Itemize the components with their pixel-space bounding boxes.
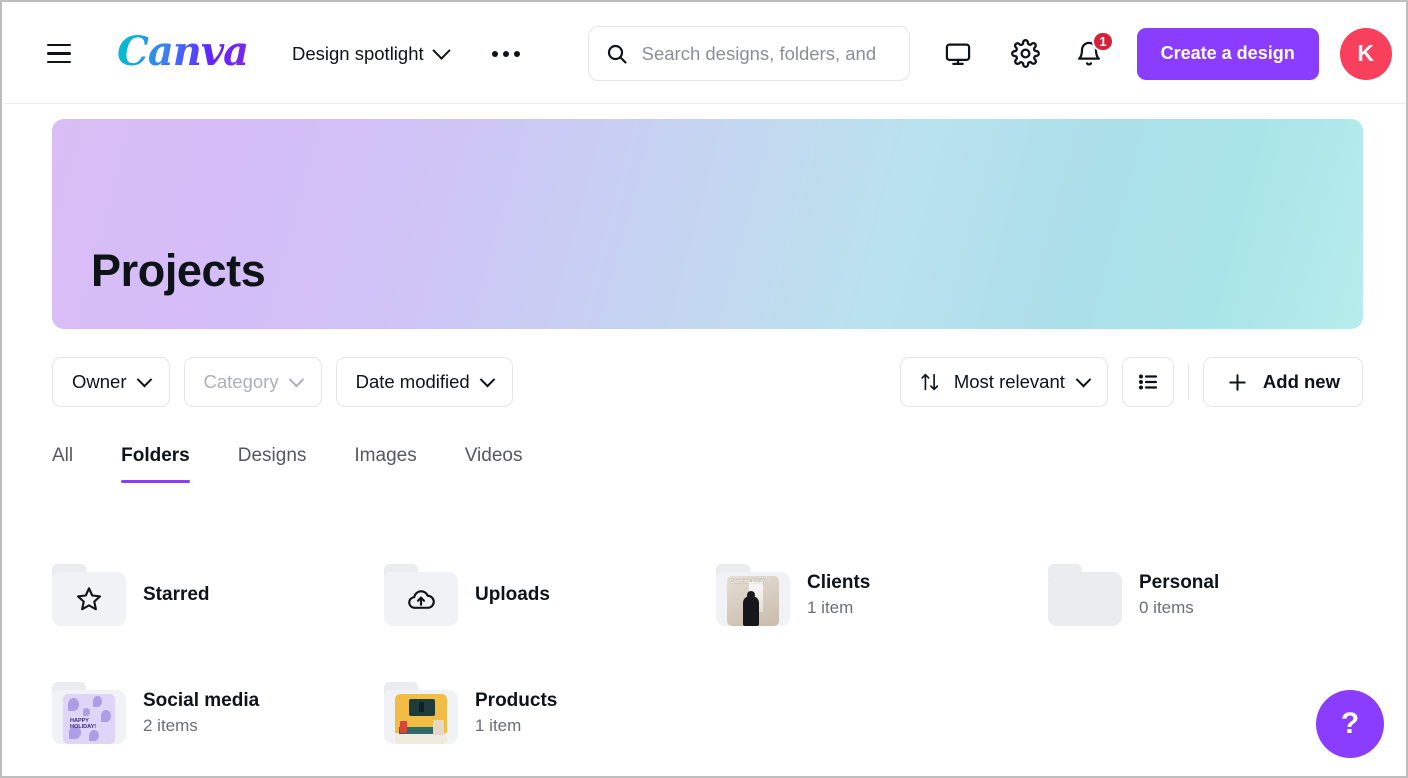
folder-icon <box>384 564 458 626</box>
folder-thumbnail: Crestone Realty <box>727 576 779 626</box>
folder-icon: HAPPY HOLIDAY! <box>52 682 126 744</box>
folder-item-products[interactable]: Products 1 item <box>384 673 716 753</box>
sort-label: Most relevant <box>954 371 1065 393</box>
top-header: Canva Design spotlight <box>4 4 1406 104</box>
filter-date-modified-label: Date modified <box>356 371 470 393</box>
folder-name: Social media <box>143 690 259 712</box>
folder-name: Personal <box>1139 572 1219 594</box>
design-spotlight-label: Design spotlight <box>292 43 424 65</box>
folder-item-personal[interactable]: Personal 0 items <box>1048 555 1380 635</box>
tab-designs[interactable]: Designs <box>238 439 307 483</box>
search-input[interactable] <box>642 43 893 65</box>
filter-toolbar: Owner Category Date modified Most releva… <box>52 357 1363 407</box>
toolbar-divider <box>1188 364 1189 400</box>
folder-item-clients[interactable]: Crestone Realty Clients 1 item <box>716 555 1048 635</box>
projects-banner: Projects <box>52 119 1363 329</box>
tab-images[interactable]: Images <box>354 439 416 483</box>
list-view-toggle[interactable] <box>1122 357 1174 407</box>
chevron-down-icon <box>432 41 450 59</box>
folder-count: 1 item <box>807 598 870 618</box>
folder-item-starred[interactable]: Starred <box>52 555 384 635</box>
filter-category-label: Category <box>204 371 279 393</box>
more-options-icon[interactable] <box>484 43 528 65</box>
filter-owner[interactable]: Owner <box>52 357 170 407</box>
add-new-button[interactable]: Add new <box>1203 357 1363 407</box>
plus-icon <box>1226 371 1249 394</box>
notifications-bell-icon[interactable]: 1 <box>1069 34 1109 74</box>
search-container[interactable] <box>588 26 910 81</box>
chevron-down-icon <box>1076 371 1092 387</box>
sort-dropdown[interactable]: Most relevant <box>900 357 1108 407</box>
notification-badge: 1 <box>1092 31 1113 52</box>
folder-icon <box>1048 564 1122 626</box>
user-avatar[interactable]: K <box>1340 28 1392 80</box>
filter-owner-label: Owner <box>72 371 127 393</box>
thumbnail-caption: HAPPY HOLIDAY! <box>70 718 115 730</box>
list-view-icon <box>1136 370 1160 394</box>
filter-category[interactable]: Category <box>184 357 322 407</box>
folder-icon <box>384 682 458 744</box>
display-monitor-icon[interactable] <box>938 34 978 74</box>
thumbnail-caption: Crestone Realty <box>730 579 766 585</box>
page-title: Projects <box>91 245 265 297</box>
chevron-down-icon <box>136 371 152 387</box>
canva-logo[interactable]: Canva <box>117 32 248 76</box>
chevron-down-icon <box>479 371 495 387</box>
monitor-glyph <box>944 40 972 68</box>
gear-glyph <box>1011 39 1040 68</box>
tab-all[interactable]: All <box>52 439 73 483</box>
folder-thumbnail: HAPPY HOLIDAY! <box>63 694 115 744</box>
content-type-tabs: All Folders Designs Images Videos <box>52 439 570 483</box>
folder-item-social-media[interactable]: HAPPY HOLIDAY! Social media 2 items <box>52 673 384 753</box>
search-icon <box>605 42 629 66</box>
help-button[interactable]: ? <box>1316 690 1384 758</box>
cloud-upload-icon <box>406 584 436 614</box>
tab-folders[interactable]: Folders <box>121 439 190 483</box>
star-icon <box>74 584 104 614</box>
chevron-down-icon <box>288 371 304 387</box>
folder-count: 1 item <box>475 716 557 736</box>
design-spotlight-dropdown[interactable]: Design spotlight <box>292 43 448 65</box>
folder-name: Products <box>475 690 557 712</box>
folder-name: Uploads <box>475 584 550 606</box>
folder-icon: Crestone Realty <box>716 564 790 626</box>
folder-name: Starred <box>143 584 210 606</box>
folder-grid: Starred Uploads <box>52 555 1363 753</box>
sort-arrows-icon <box>919 371 941 393</box>
create-a-design-button[interactable]: Create a design <box>1137 28 1319 80</box>
filter-date-modified[interactable]: Date modified <box>336 357 513 407</box>
hamburger-menu-icon[interactable] <box>42 37 76 71</box>
folder-icon <box>52 564 126 626</box>
canva-projects-page: Canva Design spotlight <box>0 0 1408 778</box>
settings-gear-icon[interactable] <box>1006 34 1046 74</box>
tab-videos[interactable]: Videos <box>465 439 523 483</box>
folder-thumbnail <box>395 694 447 744</box>
folder-item-uploads[interactable]: Uploads <box>384 555 716 635</box>
folder-count: 0 items <box>1139 598 1219 618</box>
folder-count: 2 items <box>143 716 259 736</box>
add-new-label: Add new <box>1263 371 1340 393</box>
folder-name: Clients <box>807 572 870 594</box>
